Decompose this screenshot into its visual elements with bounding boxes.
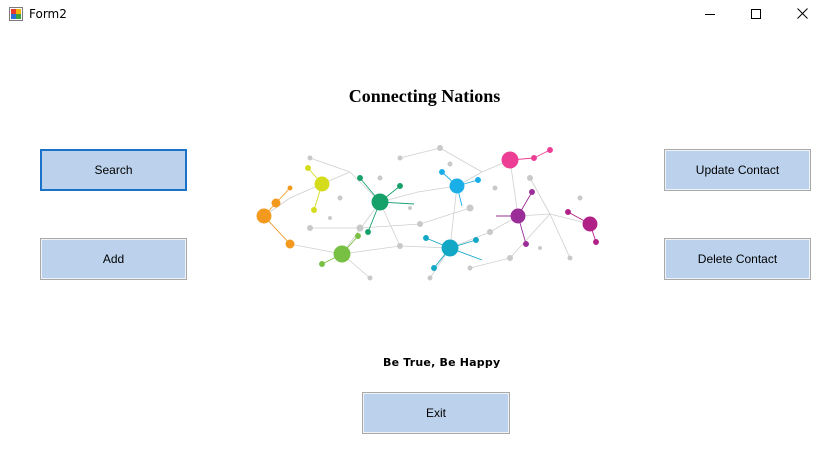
minimize-icon bbox=[705, 6, 715, 24]
window-title: Form2 bbox=[29, 7, 67, 21]
network-nodes-illustration bbox=[250, 128, 612, 290]
maximize-button[interactable] bbox=[733, 0, 779, 30]
add-button[interactable]: Add bbox=[40, 238, 187, 280]
maximize-icon bbox=[751, 6, 761, 24]
page-title: Connecting Nations bbox=[348, 86, 501, 106]
minimize-button[interactable] bbox=[687, 0, 733, 30]
update-contact-button[interactable]: Update Contact bbox=[664, 149, 811, 191]
tagline: Be True, Be Happy bbox=[383, 356, 501, 369]
close-button[interactable] bbox=[779, 0, 821, 30]
delete-contact-button[interactable]: Delete Contact bbox=[664, 238, 811, 280]
search-button[interactable]: Search bbox=[40, 149, 187, 191]
close-icon bbox=[796, 6, 808, 24]
title-bar: Form2 bbox=[0, 0, 821, 30]
form-app-icon bbox=[9, 7, 23, 21]
exit-button[interactable]: Exit bbox=[362, 392, 510, 434]
